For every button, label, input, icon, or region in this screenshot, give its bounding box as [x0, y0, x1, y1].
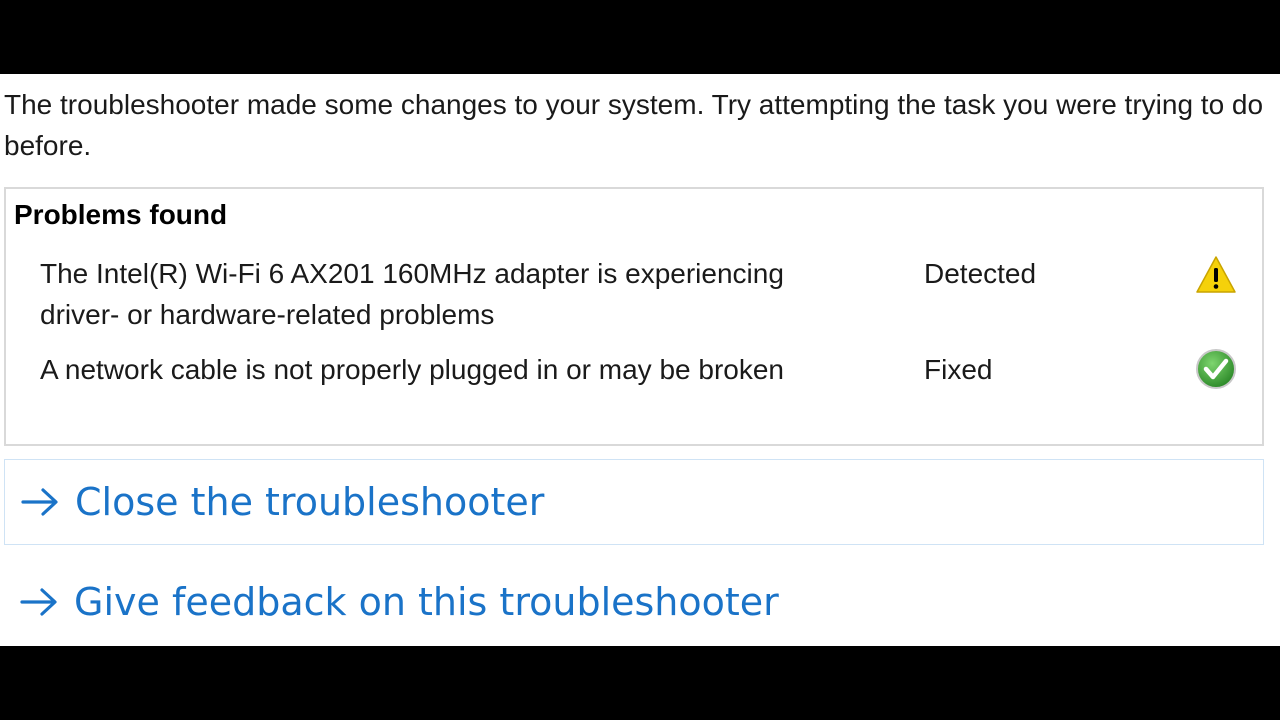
close-troubleshooter-link[interactable]: Close the troubleshooter — [19, 480, 544, 524]
problem-status: Detected — [924, 258, 1037, 289]
problems-found-box: Problems found The Intel(R) Wi-Fi 6 AX20… — [4, 187, 1264, 446]
arrow-right-icon — [20, 588, 57, 616]
intro-text: The troubleshooter made some changes to … — [4, 89, 1264, 161]
give-feedback-link[interactable]: Give feedback on this troubleshooter — [18, 580, 779, 624]
problems-title: Problems found — [14, 199, 228, 230]
check-icon — [1196, 349, 1236, 389]
close-troubleshooter-box: Close the troubleshooter — [4, 459, 1264, 545]
problem-description: The Intel(R) Wi-Fi 6 AX201 160MHz adapte… — [40, 258, 784, 330]
troubleshooter-panel: The troubleshooter made some changes to … — [0, 74, 1280, 646]
problem-status: Fixed — [924, 354, 993, 385]
warning-icon — [1196, 256, 1236, 293]
close-troubleshooter-label: Close the troubleshooter — [75, 480, 545, 524]
give-feedback-label: Give feedback on this troubleshooter — [74, 580, 779, 624]
arrow-right-icon — [21, 488, 58, 516]
problem-description: A network cable is not properly plugged … — [40, 354, 784, 385]
